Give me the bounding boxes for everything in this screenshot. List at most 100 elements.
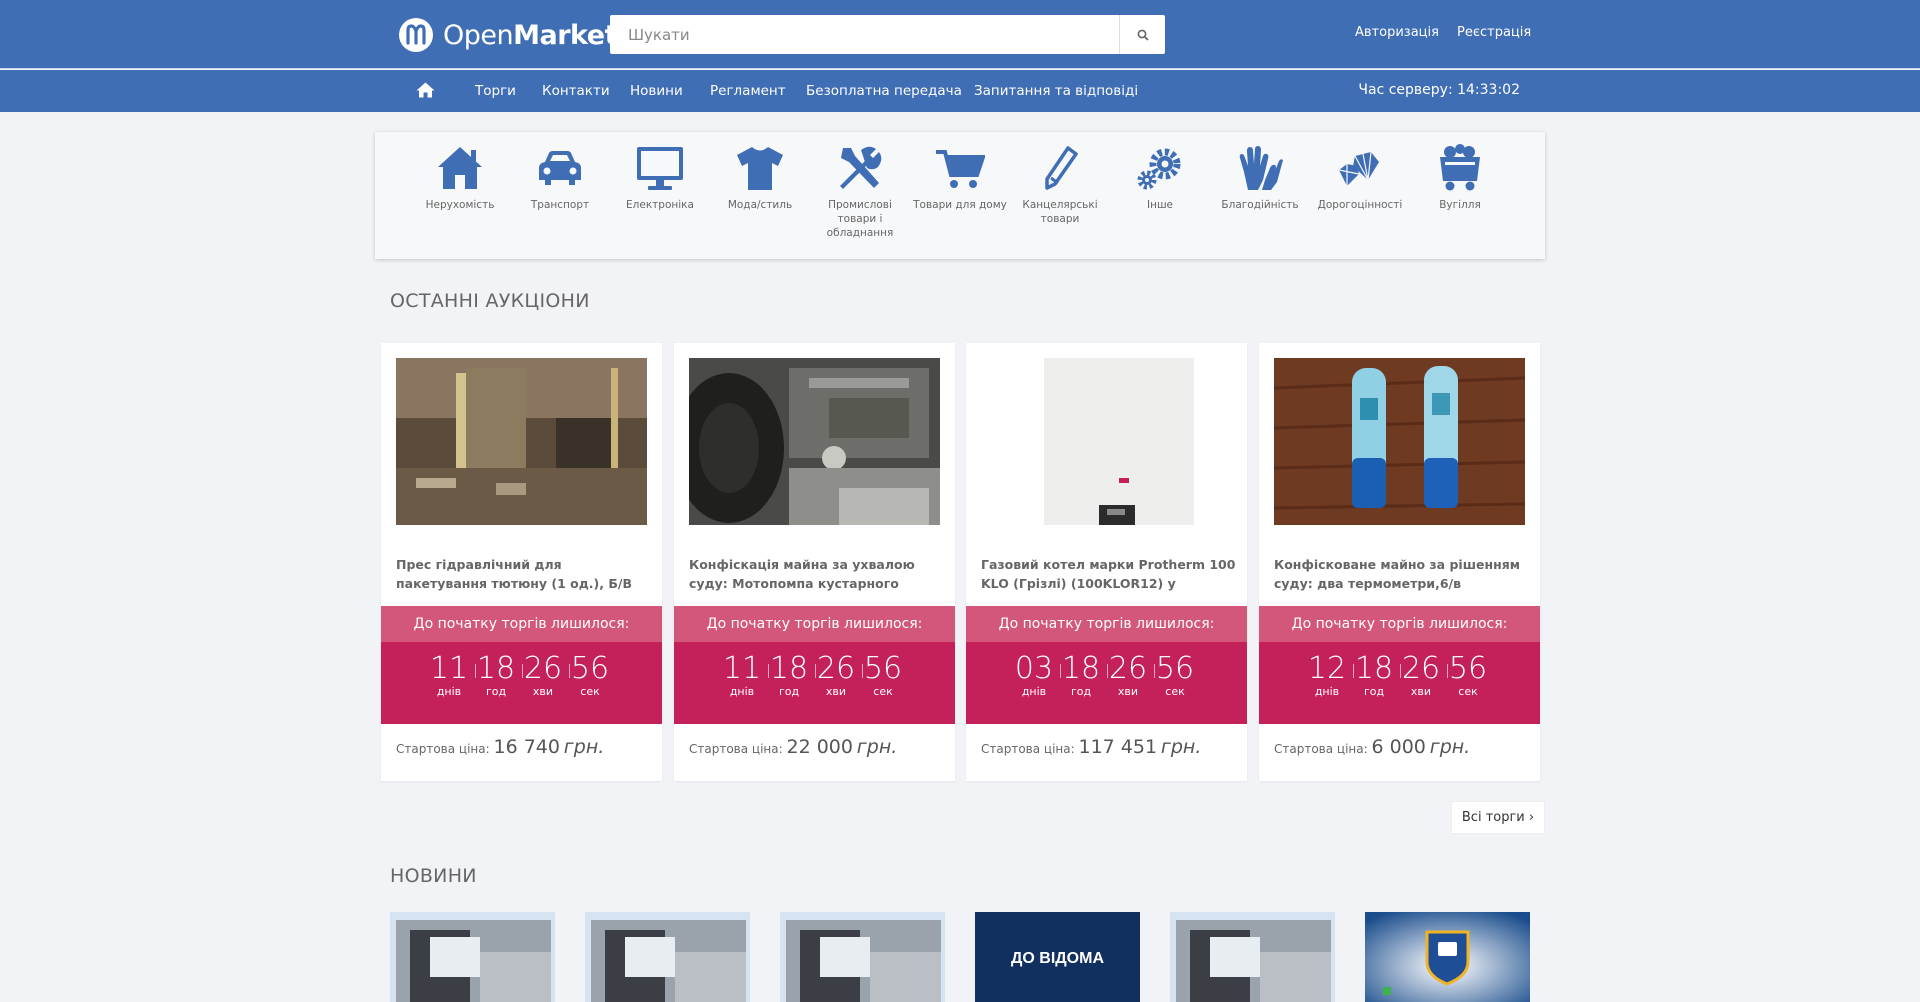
categories-panel: Нерухомість Транспорт Електроніка Мода/с… bbox=[375, 132, 1545, 259]
auction-title[interactable]: Конфісковане майно за рішенням суду: два… bbox=[1274, 555, 1529, 593]
coal-cart-icon bbox=[1440, 144, 1480, 191]
category-real-estate[interactable]: Нерухомість bbox=[410, 144, 510, 212]
timer-heading: До початку торгів лишилося: bbox=[381, 606, 662, 642]
tshirt-icon bbox=[737, 147, 783, 190]
category-other[interactable]: Інше bbox=[1110, 144, 1210, 212]
car-icon bbox=[539, 151, 581, 185]
timer-minutes: 26 хви bbox=[1401, 651, 1441, 698]
category-label: Вугілля bbox=[1439, 199, 1481, 211]
news-item[interactable] bbox=[1170, 912, 1335, 1002]
timer-days: 03 днів bbox=[1014, 651, 1054, 698]
countdown-timer: 11 днів 18 год 26 хви 56 сек bbox=[674, 642, 955, 724]
category-stationery[interactable]: Канцелярські товари bbox=[1010, 144, 1110, 226]
category-home-goods[interactable]: Товари для дому bbox=[910, 144, 1010, 212]
starting-price: Стартова ціна: 16 740 грн. bbox=[396, 736, 605, 758]
login-link[interactable]: Авторизація bbox=[1355, 25, 1439, 40]
auction-title[interactable]: Конфіскація майна за ухвалою суду: Мотоп… bbox=[689, 555, 944, 593]
nav-item-auctions[interactable]: Торги bbox=[475, 83, 516, 99]
timer-days: 11 днів bbox=[429, 651, 469, 698]
starting-price: Стартова ціна: 6 000 грн. bbox=[1274, 736, 1471, 758]
gears-icon bbox=[1137, 148, 1181, 190]
timer-seconds: 56 сек bbox=[1448, 651, 1488, 698]
home-button[interactable] bbox=[416, 82, 435, 102]
chevron-right-icon: › bbox=[1528, 810, 1535, 825]
news-thumbnail bbox=[780, 912, 945, 1002]
search-box bbox=[610, 15, 1165, 54]
timer-minutes: 26 хви bbox=[523, 651, 563, 698]
house-icon bbox=[438, 147, 482, 189]
timer-heading: До початку торгів лишилося: bbox=[1259, 606, 1540, 642]
auctions-section-title: ОСТАННІ АУКЦІОНИ bbox=[390, 290, 590, 312]
news-thumbnail bbox=[390, 912, 555, 1002]
news-item[interactable] bbox=[1365, 912, 1530, 1002]
category-label: Нерухомість bbox=[425, 199, 495, 211]
category-label: Благодійність bbox=[1221, 199, 1299, 211]
news-section-title: НОВИНИ bbox=[390, 865, 477, 887]
auction-image[interactable] bbox=[1274, 358, 1525, 525]
news-thumbnail bbox=[1365, 912, 1530, 1002]
category-coal[interactable]: Вугілля bbox=[1410, 144, 1510, 212]
auction-title[interactable]: Прес гідравлічний для пакетування тютюну… bbox=[396, 555, 651, 593]
category-label: Дорогоцінності bbox=[1317, 199, 1403, 211]
timer-minutes: 26 хви bbox=[1108, 651, 1148, 698]
starting-price: Стартова ціна: 22 000 грн. bbox=[689, 736, 898, 758]
auction-card: Прес гідравлічний для пакетування тютюну… bbox=[381, 343, 662, 781]
starting-price: Стартова ціна: 117 451 грн. bbox=[981, 736, 1202, 758]
countdown-timer: 03 днів 18 год 26 хви 56 сек bbox=[966, 642, 1247, 724]
news-item[interactable] bbox=[390, 912, 555, 1002]
news-item[interactable]: ДО ВІДОМА bbox=[975, 912, 1140, 1002]
main-nav: Торги Контакти Новини Регламент Безоплат… bbox=[0, 70, 1920, 112]
timer-heading: До початку торгів лишилося: bbox=[674, 606, 955, 642]
nav-item-faq[interactable]: Запитання та відповіді bbox=[974, 83, 1138, 99]
news-item[interactable] bbox=[780, 912, 945, 1002]
timer-hours: 18 год bbox=[769, 651, 809, 698]
timer-hours: 18 год bbox=[476, 651, 516, 698]
auction-title[interactable]: Газовий котел марки Protherm 100 KLO (Гр… bbox=[981, 555, 1236, 593]
server-time: Час серверу: 14:33:02 bbox=[1358, 82, 1520, 98]
nav-item-free-transfer[interactable]: Безоплатна передача bbox=[806, 83, 962, 99]
news-banner-text: ДО ВІДОМА bbox=[1010, 950, 1104, 967]
timer-minutes: 26 хви bbox=[816, 651, 856, 698]
news-item[interactable] bbox=[585, 912, 750, 1002]
timer-heading: До початку торгів лишилося: bbox=[966, 606, 1247, 642]
nav-item-rules[interactable]: Регламент bbox=[710, 83, 786, 99]
news-thumbnail bbox=[585, 912, 750, 1002]
category-transport[interactable]: Транспорт bbox=[510, 144, 610, 212]
category-fashion[interactable]: Мода/стиль bbox=[710, 144, 810, 212]
all-auctions-button[interactable]: Всі торги › bbox=[1451, 801, 1545, 834]
timer-hours: 18 год bbox=[1354, 651, 1394, 698]
search-icon bbox=[1137, 29, 1149, 41]
category-label: Промислові товари і обладнання bbox=[826, 199, 894, 239]
top-header: OpenMarket Авторизація Реєстрація bbox=[0, 0, 1920, 69]
category-label: Канцелярські товари bbox=[1022, 199, 1098, 225]
category-label: Електроніка bbox=[626, 199, 694, 211]
logo-icon bbox=[399, 18, 433, 52]
nav-item-contacts[interactable]: Контакти bbox=[542, 83, 610, 99]
nav-item-news[interactable]: Новини bbox=[630, 83, 683, 99]
hands-icon bbox=[1239, 146, 1283, 190]
search-input[interactable] bbox=[610, 15, 1119, 54]
news-thumbnail bbox=[1170, 912, 1335, 1002]
category-charity[interactable]: Благодійність bbox=[1210, 144, 1310, 212]
timer-hours: 18 год bbox=[1061, 651, 1101, 698]
timer-seconds: 56 сек bbox=[863, 651, 903, 698]
gems-icon bbox=[1338, 151, 1379, 186]
category-industrial[interactable]: Промислові товари і обладнання bbox=[810, 144, 910, 240]
countdown-timer: 11 днів 18 год 26 хви 56 сек bbox=[381, 642, 662, 724]
pencil-icon bbox=[1045, 146, 1078, 190]
search-button[interactable] bbox=[1119, 15, 1165, 54]
logo-text: OpenMarket bbox=[443, 19, 617, 51]
tools-icon bbox=[840, 146, 882, 189]
category-electronics[interactable]: Електроніка bbox=[610, 144, 710, 212]
countdown-timer: 12 днів 18 год 26 хви 56 сек bbox=[1259, 642, 1540, 724]
category-label: Транспорт bbox=[530, 199, 590, 211]
category-label: Мода/стиль bbox=[727, 199, 793, 211]
home-icon bbox=[416, 82, 435, 98]
register-link[interactable]: Реєстрація bbox=[1457, 25, 1531, 40]
auction-image[interactable] bbox=[689, 358, 940, 525]
auction-image[interactable] bbox=[981, 358, 1232, 525]
category-label: Товари для дому bbox=[913, 199, 1007, 211]
category-jewelry[interactable]: Дорогоцінності bbox=[1310, 144, 1410, 212]
logo[interactable]: OpenMarket bbox=[399, 17, 617, 53]
auction-image[interactable] bbox=[396, 358, 647, 525]
